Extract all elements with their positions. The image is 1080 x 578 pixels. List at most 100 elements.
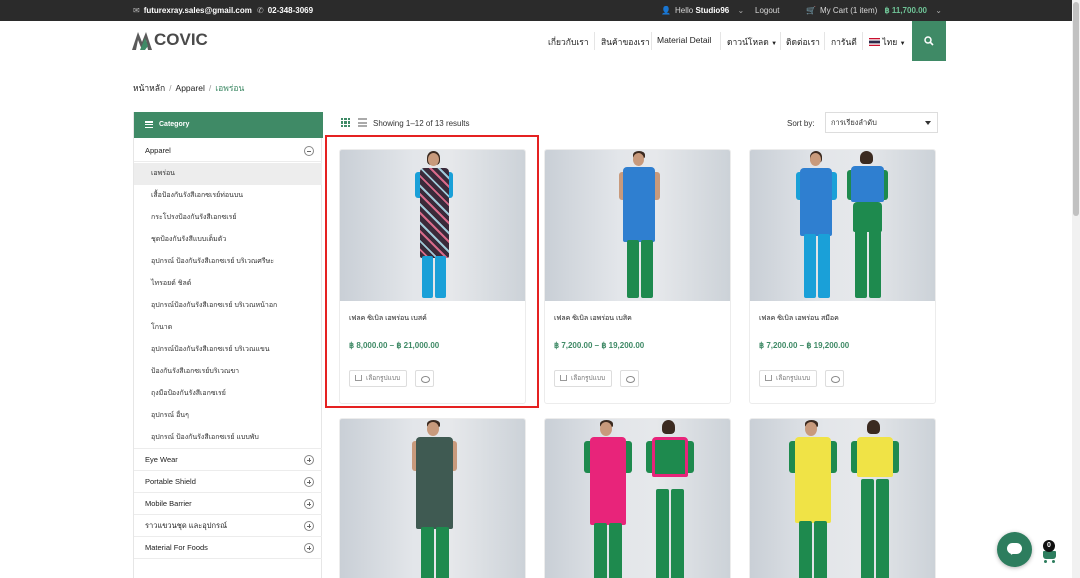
subcategory-item[interactable]: อุปกรณ์ ป้องกันรังสีเอกซเรย์ บริเวณศรีษะ	[134, 251, 322, 273]
subcategory-item[interactable]: โกนาด	[134, 317, 322, 339]
breadcrumb-separator: /	[169, 83, 172, 93]
list-view-icon[interactable]	[358, 118, 367, 127]
cart-wheel	[1052, 560, 1055, 563]
mail-icon: ✉	[133, 6, 140, 15]
product-card[interactable]: เฟลค ซิเบิล เอพร่อน สมีอค ฿ 7,200.00 – ฿…	[749, 149, 936, 404]
phone-contact[interactable]: ✆ 02-348-3069	[257, 0, 313, 21]
subcategory-item[interactable]: ป้องกันรังสีเอกซเรย์บริเวณขา	[134, 361, 322, 383]
breadcrumb: หน้าหลัก / Apparel / เอพร่อน	[133, 81, 244, 95]
caret-down-icon: ▼	[771, 41, 778, 47]
model-figure	[788, 419, 838, 578]
product-image[interactable]	[340, 419, 525, 578]
breadcrumb-separator: /	[208, 83, 212, 93]
phone-icon: ✆	[257, 6, 264, 15]
scrollbar-thumb[interactable]	[1073, 2, 1079, 216]
view-switcher	[341, 118, 367, 127]
category-eye-wear[interactable]: Eye Wear	[134, 449, 322, 471]
nav-contact[interactable]: ติดต่อเรา	[786, 35, 820, 49]
nav-material-detail[interactable]: Material Detail	[657, 35, 711, 45]
chevron-down-icon: ⌄	[935, 6, 942, 15]
breadcrumb-current: เอพร่อน	[215, 83, 245, 93]
expand-icon[interactable]	[304, 477, 314, 487]
search-icon	[924, 36, 934, 46]
cart-icon	[1043, 551, 1056, 559]
model-figure	[645, 419, 695, 578]
grid-view-icon[interactable]	[341, 118, 350, 127]
nav-divider	[651, 32, 652, 50]
product-name[interactable]: เฟลค ซิเบิล เอพร่อน เบสิค	[554, 313, 632, 324]
subcategory-item[interactable]: ชุดป้องกันรังสีแบบเต็มตัว	[134, 229, 322, 251]
model-figure	[850, 419, 900, 578]
expand-icon[interactable]	[304, 499, 314, 509]
model-figure	[583, 419, 633, 578]
top-bar: ✉ futurexray.sales@gmail.com ✆ 02-348-3069…	[0, 0, 1080, 21]
product-image[interactable]	[750, 419, 935, 578]
product-card[interactable]	[339, 418, 526, 578]
product-name[interactable]: เฟลค ซิเบิล เอพร่อน สมีอค	[759, 313, 839, 324]
floating-cart-button[interactable]: 0	[1041, 540, 1058, 563]
chat-button[interactable]	[997, 532, 1032, 567]
category-apparel[interactable]: Apparel	[134, 140, 322, 162]
category-hangers[interactable]: ราวแขวนชุด และอุปกรณ์	[134, 515, 322, 537]
search-button[interactable]	[912, 21, 946, 61]
product-card[interactable]: เฟลค ซิเบิล เอพร่อน เบสิค ฿ 7,200.00 – ฿…	[544, 149, 731, 404]
quick-view-button[interactable]	[825, 370, 844, 387]
category-sidebar: Category Apparel เอพร่อน เสื้อป้องกันรัง…	[133, 112, 323, 578]
category-portable-shield[interactable]: Portable Shield	[134, 471, 322, 493]
nav-divider	[780, 32, 781, 50]
select-options-button[interactable]: เลือกรูปแบบ	[759, 370, 818, 387]
subcategory-item[interactable]: อุปกรณ์ อื่นๆ	[134, 405, 322, 427]
subcategory-item[interactable]: อุปกรณ์ ป้องกันรังสีเอกซเรย์ แบบพับ	[134, 427, 322, 449]
product-image[interactable]	[545, 150, 730, 301]
chevron-down-icon: ⌄	[737, 6, 745, 15]
cart-wheel	[1044, 560, 1047, 563]
expand-icon[interactable]	[304, 455, 314, 465]
product-image[interactable]	[750, 150, 935, 301]
user-menu[interactable]: 👤 Hello Studio96 ⌄	[661, 0, 744, 21]
expand-icon[interactable]	[304, 521, 314, 531]
product-card[interactable]	[544, 418, 731, 578]
quick-view-button[interactable]	[620, 370, 639, 387]
category-header: Category	[134, 112, 323, 138]
mini-cart[interactable]: 🛒 My Cart (1 item) ฿ 11,700.00 ⌄	[806, 0, 942, 21]
user-icon: 👤	[661, 6, 671, 15]
select-options-button[interactable]: เลือกรูปแบบ	[554, 370, 613, 387]
nav-divider	[720, 32, 721, 50]
subcategory-item[interactable]: กระโปรงป้องกันรังสีเอกซเรย์	[134, 207, 322, 229]
category-mobile-barrier[interactable]: Mobile Barrier	[134, 493, 322, 515]
subcategory-item[interactable]: อุปกรณ์ป้องกันรังสีเอกซเรย์ บริเวณแขน	[134, 339, 322, 361]
subcategory-item[interactable]: เอพร่อน	[134, 163, 322, 185]
nav-about[interactable]: เกี่ยวกับเรา	[548, 35, 589, 49]
nav-warranty[interactable]: การันตี	[831, 35, 857, 49]
result-count: Showing 1–12 of 13 results	[373, 119, 470, 128]
email-contact[interactable]: ✉ futurexray.sales@gmail.com	[133, 0, 252, 21]
subcategory-item[interactable]: ไทรอยด์ ชิลด์	[134, 273, 322, 295]
cart-icon	[765, 375, 772, 381]
category-material-for-foods[interactable]: Material For Foods	[134, 537, 322, 559]
product-image[interactable]	[545, 419, 730, 578]
subcategory-item[interactable]: อุปกรณ์ป้องกันรังสีเอกซเรย์ บริเวณหน้าอก	[134, 295, 322, 317]
nav-divider	[824, 32, 825, 50]
model-figure	[410, 419, 460, 578]
collapse-icon[interactable]	[304, 146, 314, 156]
nav-products[interactable]: สินค้าของเรา	[601, 35, 650, 49]
cart-icon	[560, 375, 567, 381]
model-figure	[618, 150, 662, 301]
sort-label: Sort by:	[787, 119, 815, 128]
expand-icon[interactable]	[304, 543, 314, 553]
breadcrumb-apparel[interactable]: Apparel	[176, 83, 205, 93]
logout-link[interactable]: Logout	[755, 0, 779, 21]
shop-toolbar: Showing 1–12 of 13 results Sort by: การเ…	[341, 112, 938, 134]
nav-download[interactable]: ดาวน์โหลด ▼	[727, 35, 777, 49]
product-card[interactable]	[749, 418, 936, 578]
breadcrumb-home[interactable]: หน้าหลัก	[133, 83, 165, 93]
subcategory-item[interactable]: ถุงมือป้องกันรังสีเอกซเรย์	[134, 383, 322, 405]
chat-bubble-icon	[1007, 543, 1022, 554]
subcategory-item[interactable]: เสื้อป้องกันรังสีเอกซเรย์ท่อนบน	[134, 185, 322, 207]
sort-select[interactable]: การเรียงลำดับ	[825, 112, 938, 133]
thai-flag-icon	[869, 38, 880, 46]
logo[interactable]: COVIC	[132, 28, 208, 52]
product-price: ฿ 7,200.00 – ฿ 19,200.00	[759, 341, 850, 350]
scrollbar[interactable]	[1072, 0, 1080, 578]
language-switcher[interactable]: ไทย ▼	[869, 35, 906, 49]
